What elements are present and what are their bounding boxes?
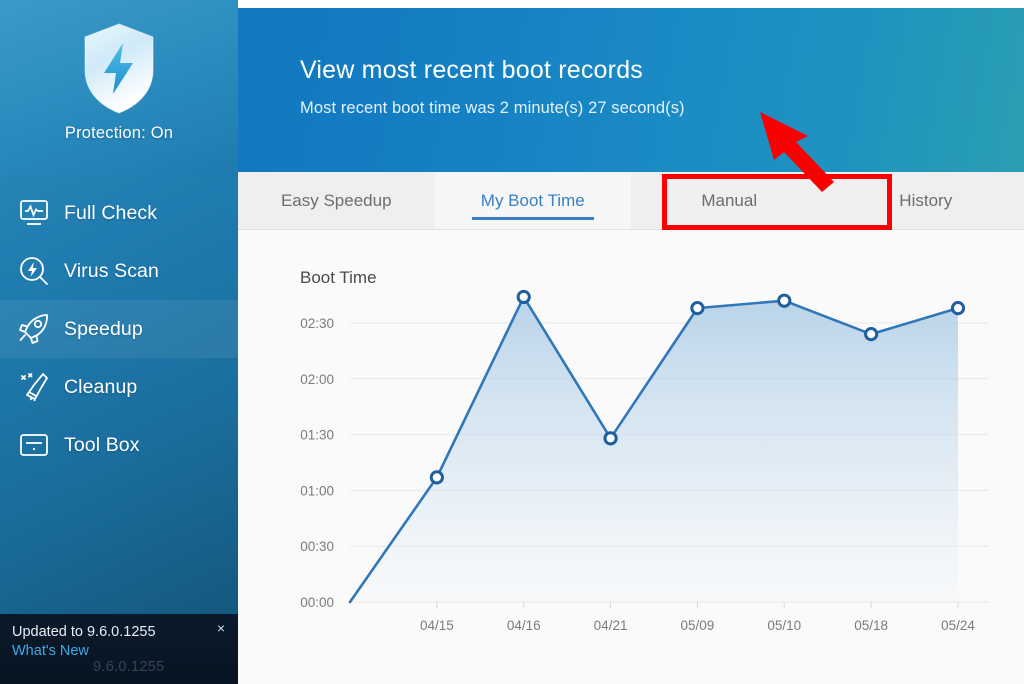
rocket-icon <box>14 309 54 349</box>
svg-text:04/16: 04/16 <box>507 618 541 633</box>
page-subtitle: Most recent boot time was 2 minute(s) 27… <box>300 99 685 117</box>
shield-lightning-icon <box>73 18 165 118</box>
svg-text:05/24: 05/24 <box>941 618 975 633</box>
chart-canvas: 00:0000:3001:0001:3002:0002:30 04/15 04/1… <box>300 289 988 633</box>
protection-status-label: Protection: On <box>64 124 174 142</box>
sidebar-item-tool-box[interactable]: Tool Box <box>0 416 238 474</box>
tab-manual[interactable]: Manual <box>631 172 828 229</box>
close-icon[interactable]: × <box>213 620 229 636</box>
tab-my-boot-time[interactable]: My Boot Time <box>434 172 631 229</box>
whats-new-link[interactable]: What's New <box>12 643 226 659</box>
update-notification-toast: Updated to 9.6.0.1255 What's New 9.6.0.1… <box>0 614 238 684</box>
boot-time-chart: Boot Time 00:00 00:30 01:00 01:30 02:00 02:30… <box>238 230 1024 684</box>
svg-text:00:30: 00:30 <box>300 539 334 554</box>
svg-text:04/21: 04/21 <box>594 618 628 633</box>
svg-text:05/10: 05/10 <box>767 618 801 633</box>
sidebar-item-full-check[interactable]: Full Check <box>0 184 238 242</box>
main-panel: View most recent boot records Most recen… <box>238 0 1024 684</box>
window-top-strip <box>238 0 1024 8</box>
chart-point[interactable] <box>516 289 531 305</box>
chart-point[interactable] <box>429 470 444 485</box>
svg-text:01:30: 01:30 <box>300 428 334 443</box>
tab-bar: Easy Speedup My Boot Time Manual History <box>238 172 1024 230</box>
sidebar-item-cleanup[interactable]: Cleanup <box>0 358 238 416</box>
sidebar-nav: Full Check Virus Scan Speedup Cleanup To… <box>0 176 238 474</box>
sidebar-item-label: Full Check <box>64 201 158 224</box>
update-ghost-text: 9.6.0.1255 <box>93 659 165 675</box>
chart-x-axis-labels: 04/15 04/16 04/21 05/09 05/10 05/18 05/24 <box>420 618 975 633</box>
sidebar-item-label: Speedup <box>64 317 143 340</box>
sidebar-item-label: Virus Scan <box>64 259 159 282</box>
monitor-pulse-icon <box>14 193 54 233</box>
sidebar-item-label: Tool Box <box>64 433 140 456</box>
hero-banner: View most recent boot records Most recen… <box>238 8 1024 172</box>
chart-x-axis-ticks <box>436 602 959 608</box>
chart-point[interactable] <box>950 301 966 316</box>
chart-point[interactable] <box>864 327 879 342</box>
chart-area-fill <box>350 296 958 602</box>
sidebar-item-speedup[interactable]: Speedup <box>0 300 238 358</box>
update-version-text: Updated to 9.6.0.1255 <box>12 624 156 640</box>
chart-y-axis-labels: 00:00 00:30 01:00 01:30 02:00 02:30 <box>300 316 334 610</box>
sidebar-item-label: Cleanup <box>64 375 138 398</box>
chart-point[interactable] <box>690 301 705 316</box>
sidebar-item-virus-scan[interactable]: Virus Scan <box>0 242 238 300</box>
antivirus-app-window: Protection: On Full Check Virus Scan Spe… <box>0 0 1024 684</box>
svg-text:04/15: 04/15 <box>420 618 454 633</box>
magnifier-lightning-icon <box>14 251 54 291</box>
svg-text:02:00: 02:00 <box>300 372 334 387</box>
svg-text:05/18: 05/18 <box>854 618 888 633</box>
chart-point[interactable] <box>777 293 792 308</box>
toolbox-icon <box>14 425 54 465</box>
tab-history[interactable]: History <box>828 172 1024 229</box>
svg-text:00:00: 00:00 <box>300 595 334 610</box>
chart-point[interactable] <box>603 431 618 446</box>
tab-easy-speedup[interactable]: Easy Speedup <box>238 172 435 229</box>
sidebar-header: Protection: On <box>0 0 238 176</box>
page-title: View most recent boot records <box>300 56 643 84</box>
svg-text:02:30: 02:30 <box>300 316 334 331</box>
sidebar: Protection: On Full Check Virus Scan Spe… <box>0 0 238 684</box>
broom-icon <box>14 367 54 407</box>
svg-text:05/09: 05/09 <box>681 618 715 633</box>
svg-text:01:00: 01:00 <box>300 483 334 498</box>
